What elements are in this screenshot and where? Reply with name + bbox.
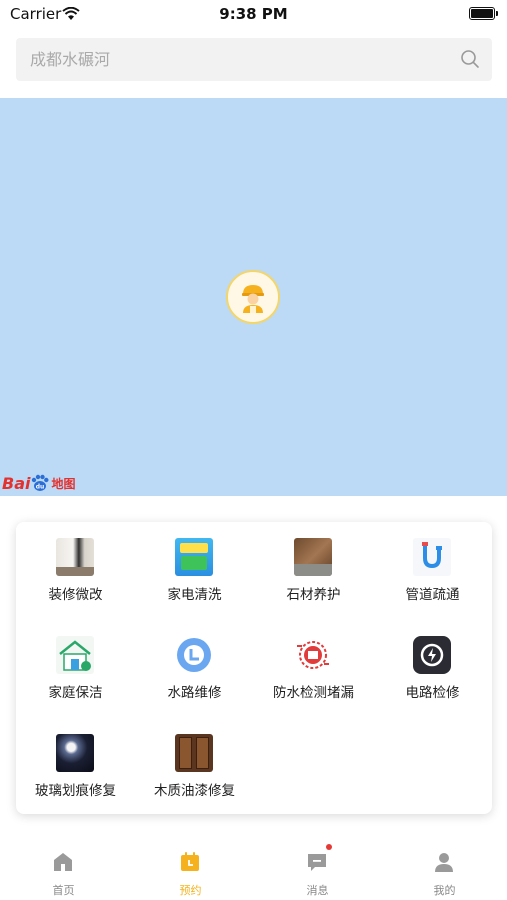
tab-label: 消息 [306,884,329,897]
service-label: 玻璃划痕修复 [35,783,116,799]
service-electric-repair[interactable]: 电路检修 [373,620,492,718]
service-label: 防水检测堵漏 [273,685,354,701]
service-renovation[interactable]: 装修微改 [16,522,135,620]
service-label: 家庭保洁 [48,685,103,701]
service-label: 水路维修 [167,685,222,701]
home-cleaning-icon [56,636,94,674]
service-water-repair[interactable]: 水路维修 [135,620,254,718]
pipe-unclog-icon [413,538,451,576]
service-label: 家电清洗 [167,587,222,603]
baidu-paw-icon: du [32,474,49,491]
status-bar: Carrier 9:38 PM [0,0,507,30]
search-bar[interactable] [16,38,492,81]
tab-home[interactable]: 首页 [0,836,127,900]
appliance-cleaning-icon [175,538,213,576]
service-label: 管道疏通 [405,587,460,603]
leak-detection-icon [294,636,332,674]
home-icon [51,850,75,874]
map-view[interactable]: Bai du 地图 [0,98,507,496]
search-icon[interactable] [460,49,480,73]
wood-paint-icon [175,734,213,772]
battery-icon [469,7,498,20]
service-label: 木质油漆修复 [154,783,235,799]
stone-care-icon [294,538,332,576]
services-card: 装修微改 家电清洗 石材养护 管道疏通 家庭保洁 水路维修 防水检测堵漏 电路检… [16,522,492,814]
message-badge [326,844,332,850]
service-stone-care[interactable]: 石材养护 [254,522,373,620]
tab-messages[interactable]: 消息 [254,836,381,900]
service-leak-detection[interactable]: 防水检测堵漏 [254,620,373,718]
clock: 9:38 PM [219,5,288,23]
electric-repair-icon [413,636,451,674]
search-input[interactable] [30,38,450,81]
service-label: 电路检修 [405,685,460,701]
tab-label: 首页 [52,884,75,897]
worker-location-marker[interactable] [226,270,280,324]
message-icon [305,850,329,874]
glass-repair-icon [56,734,94,772]
baidu-logo-text: Bai [2,473,31,493]
tab-appointment[interactable]: 预约 [127,836,254,900]
service-appliance-cleaning[interactable]: 家电清洗 [135,522,254,620]
worker-icon [242,285,264,313]
tab-label: 预约 [179,884,202,897]
service-label: 石材养护 [286,587,341,603]
service-label: 装修微改 [48,587,103,603]
baidu-map-logo: Bai du 地图 [2,470,76,496]
service-wood-paint[interactable]: 木质油漆修复 [135,718,254,816]
user-icon [432,850,456,874]
water-repair-icon [175,636,213,674]
tab-label: 我的 [433,884,456,897]
calendar-icon [178,850,202,874]
svg-text:du: du [36,484,45,491]
tab-profile[interactable]: 我的 [381,836,507,900]
baidu-logo-map-text: 地图 [51,476,76,491]
service-home-cleaning[interactable]: 家庭保洁 [16,620,135,718]
service-glass-repair[interactable]: 玻璃划痕修复 [16,718,135,816]
tab-bar: 首页 预约 消息 我的 [0,836,507,900]
renovation-icon [56,538,94,576]
service-pipe-unclog[interactable]: 管道疏通 [373,522,492,620]
